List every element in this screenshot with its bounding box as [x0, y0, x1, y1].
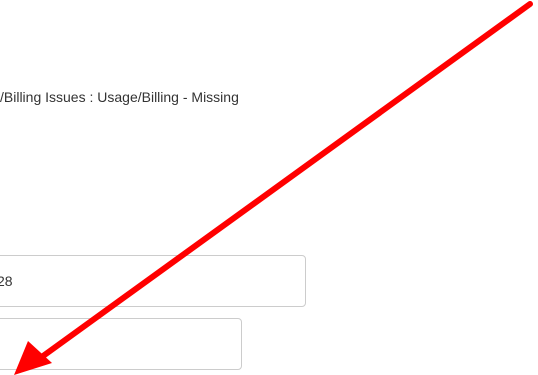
text-field-2[interactable]	[0, 318, 242, 370]
category-text: /Billing Issues : Usage/Billing - Missin…	[0, 89, 239, 105]
arrow-shaft	[29, 1, 533, 367]
text-field-1[interactable]	[0, 255, 306, 307]
